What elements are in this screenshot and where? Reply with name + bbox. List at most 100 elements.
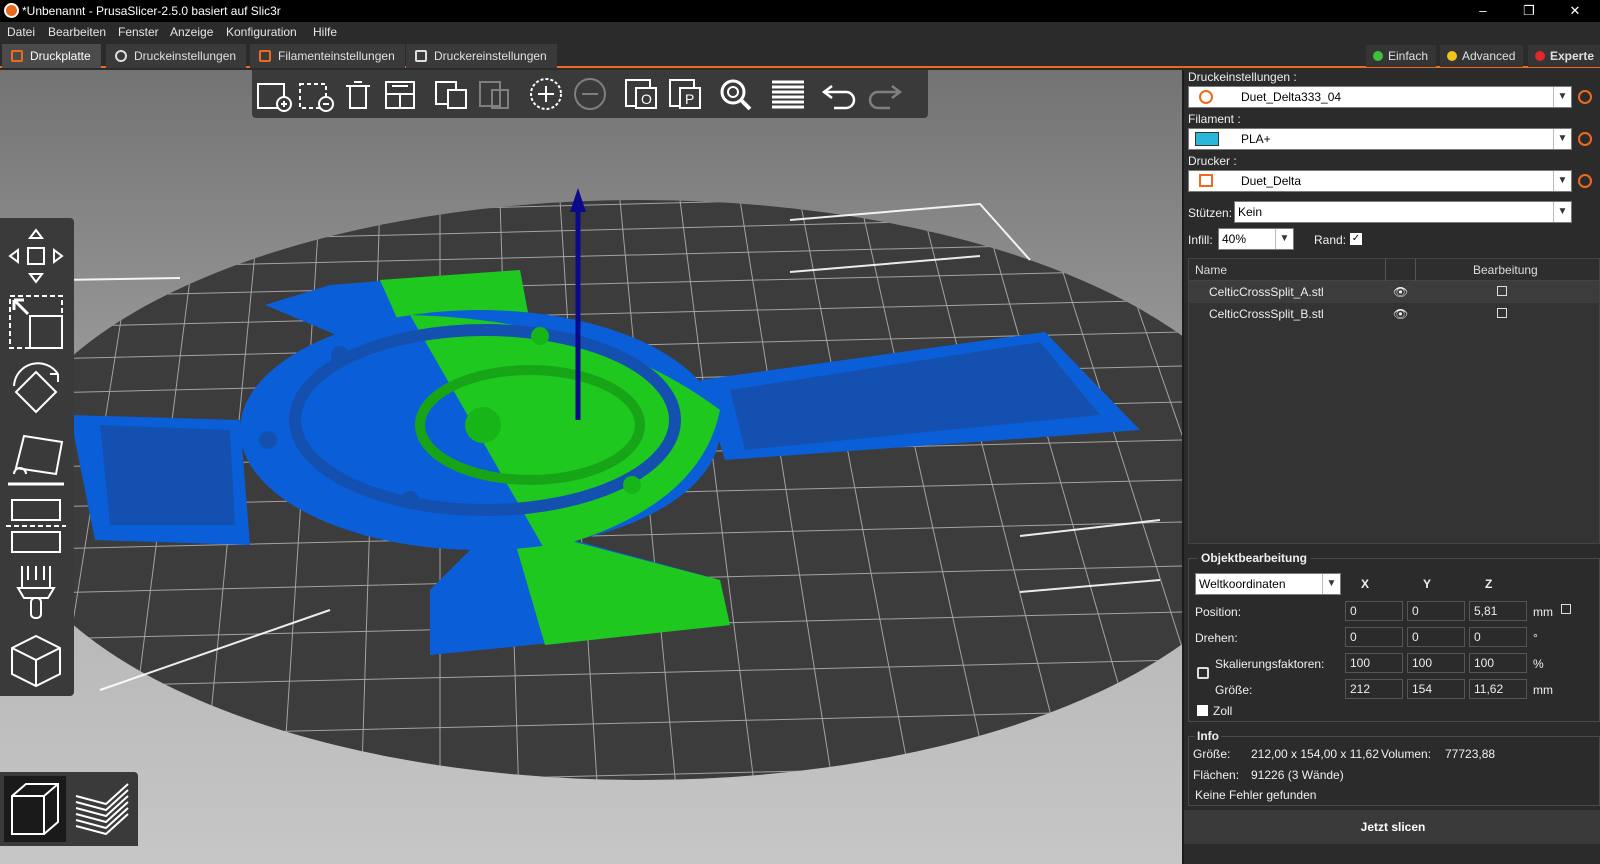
move-icon[interactable]: [6, 226, 66, 286]
infill-label: Infill:: [1188, 233, 1213, 247]
size-x-field[interactable]: 212: [1345, 679, 1403, 699]
size-label: Größe:: [1215, 683, 1253, 697]
rotation-unit: °: [1533, 631, 1538, 645]
supports-label: Stützen:: [1188, 206, 1233, 220]
menu-datei[interactable]: Datei: [7, 25, 35, 39]
preview-layers-icon[interactable]: [70, 776, 132, 842]
copy-icon[interactable]: [432, 76, 472, 112]
gear-icon: [1199, 90, 1213, 104]
cut-icon[interactable]: [6, 494, 66, 554]
size-y-field[interactable]: 154: [1407, 679, 1465, 699]
redo-icon: [868, 85, 903, 110]
cube-measure-icon[interactable]: [6, 630, 66, 690]
scene-svg: [0, 188, 1182, 780]
split-to-parts-icon[interactable]: P: [666, 76, 706, 112]
tab-label: Filamenteinstellungen: [278, 49, 395, 63]
tab-druckplatte[interactable]: Druckplatte: [2, 44, 101, 68]
tab-bar: Druckplatte Druckeinstellungen Filamente…: [0, 42, 1600, 68]
layers-editing-icon[interactable]: [768, 76, 808, 112]
rotation-y-field[interactable]: 0: [1407, 627, 1465, 647]
delete-object-icon[interactable]: [296, 76, 336, 112]
info-facets-label: Flächen:: [1193, 768, 1240, 782]
mode-expert-button[interactable]: Experte: [1528, 45, 1600, 67]
combo-value: 40%: [1222, 232, 1247, 246]
axis-z-label: Z: [1485, 577, 1493, 591]
tab-druckereinstellungen[interactable]: Druckereinstellungen: [406, 44, 557, 68]
mode-advanced-button[interactable]: Advanced: [1440, 45, 1524, 67]
search-icon[interactable]: [716, 76, 756, 112]
rotate-icon[interactable]: [6, 360, 66, 420]
mode-simple-button[interactable]: Einfach: [1366, 45, 1437, 67]
combo-value: Weltkoordinaten: [1199, 577, 1286, 591]
slice-now-button[interactable]: Jetzt slicen: [1184, 810, 1600, 844]
menu-konfiguration[interactable]: Konfiguration: [226, 25, 297, 39]
gear-icon: [115, 50, 127, 62]
place-on-face-icon[interactable]: [6, 428, 66, 488]
filament-combo[interactable]: PLA+ ▼: [1188, 128, 1572, 150]
object-row[interactable]: CelticCrossSplit_B.stl 👁: [1189, 303, 1599, 325]
delete-all-trash-icon[interactable]: [338, 76, 378, 112]
edit-settings-icon[interactable]: [1497, 286, 1507, 296]
position-unit: mm: [1533, 605, 1553, 619]
supports-combo[interactable]: Kein ▼: [1234, 201, 1572, 223]
close-button[interactable]: ✕: [1552, 0, 1598, 22]
red-dot-icon: [1535, 51, 1545, 61]
tab-label: Druckplatte: [30, 49, 91, 63]
split-to-objects-icon[interactable]: O: [622, 76, 662, 112]
info-volume-value: 77723,88: [1445, 747, 1496, 761]
menu-fenster[interactable]: Fenster: [118, 25, 159, 39]
chevron-down-icon: ▼: [1275, 229, 1293, 249]
filament-edit-icon[interactable]: [1578, 132, 1592, 146]
printer-combo[interactable]: Duet_Delta ▼: [1188, 170, 1572, 192]
scale-x-field[interactable]: 100: [1345, 653, 1403, 673]
tab-label: Druckereinstellungen: [434, 49, 547, 63]
rotation-z-field[interactable]: 0: [1469, 627, 1527, 647]
drop-to-bed-icon[interactable]: [1561, 604, 1571, 614]
3d-view-cube-icon[interactable]: [4, 776, 66, 842]
paint-brush-icon[interactable]: [6, 562, 66, 622]
info-errors: Keine Fehler gefunden: [1195, 788, 1317, 802]
tab-filamenteinstellungen[interactable]: Filamenteinstellungen: [250, 44, 405, 68]
restore-button[interactable]: ❐: [1506, 0, 1552, 22]
scale-y-field[interactable]: 100: [1407, 653, 1465, 673]
minimize-button[interactable]: –: [1460, 0, 1506, 22]
infill-combo[interactable]: 40% ▼: [1218, 228, 1294, 250]
scale-icon[interactable]: [6, 292, 66, 352]
menu-hilfe[interactable]: Hilfe: [313, 25, 337, 39]
scale-z-field[interactable]: 100: [1469, 653, 1527, 673]
rotation-label: Drehen:: [1195, 631, 1238, 645]
add-object-icon[interactable]: [254, 76, 294, 112]
position-x-field[interactable]: 0: [1345, 601, 1403, 621]
print-settings-edit-icon[interactable]: [1578, 90, 1592, 104]
sidebar: Druckeinstellungen : Duet_Delta333_04 ▼ …: [1182, 70, 1600, 864]
printer-edit-icon[interactable]: [1578, 174, 1592, 188]
menu-bearbeiten[interactable]: Bearbeiten: [48, 25, 106, 39]
lock-icon[interactable]: [1197, 667, 1209, 679]
tab-label: Druckeinstellungen: [134, 49, 237, 63]
coordinate-system-combo[interactable]: Weltkoordinaten ▼: [1195, 573, 1341, 595]
edit-settings-icon[interactable]: [1497, 308, 1507, 318]
inches-checkbox[interactable]: [1197, 705, 1208, 716]
eye-icon[interactable]: 👁: [1393, 303, 1408, 325]
paste-icon: [479, 81, 509, 109]
scale-label: Skalierungsfaktoren:: [1215, 657, 1325, 671]
brim-checkbox[interactable]: ✓: [1350, 233, 1362, 245]
info-panel: Info Größe: 212,00 x 154,00 x 11,62 Volu…: [1188, 729, 1600, 806]
arrange-icon[interactable]: [380, 76, 420, 112]
combo-value: Duet_Delta333_04: [1241, 90, 1342, 104]
size-z-field[interactable]: 11,62: [1469, 679, 1527, 699]
brim-label: Rand:: [1314, 233, 1347, 247]
position-z-field[interactable]: 5,81: [1469, 601, 1527, 621]
eye-icon[interactable]: 👁: [1393, 281, 1408, 303]
undo-icon[interactable]: [820, 76, 860, 112]
menu-anzeige[interactable]: Anzeige: [170, 25, 213, 39]
tab-druckeinstellungen[interactable]: Druckeinstellungen: [106, 44, 247, 68]
axis-y-label: Y: [1423, 577, 1432, 591]
print-settings-combo[interactable]: Duet_Delta333_04 ▼: [1188, 86, 1572, 108]
rotation-x-field[interactable]: 0: [1345, 627, 1403, 647]
3d-viewport[interactable]: O P: [0, 70, 1182, 864]
object-manipulation-panel: Objektbearbeitung Weltkoordinaten ▼ X Y …: [1188, 551, 1600, 722]
position-y-field[interactable]: 0: [1407, 601, 1465, 621]
add-instance-icon[interactable]: [526, 76, 566, 112]
object-row[interactable]: CelticCrossSplit_A.stl 👁: [1189, 281, 1599, 303]
